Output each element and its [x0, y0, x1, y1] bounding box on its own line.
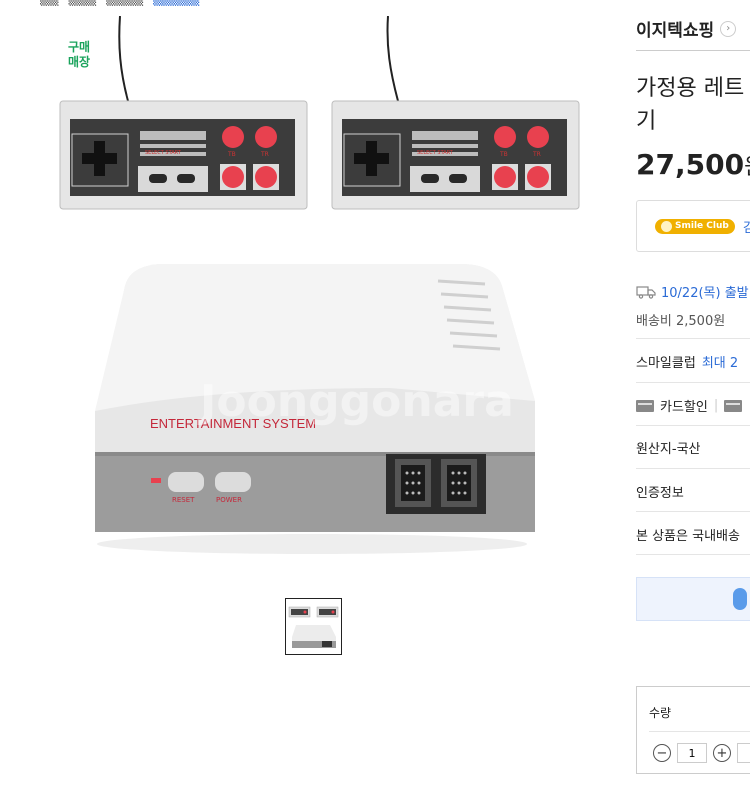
shipping-date[interactable]: 10/22(목) 출발	[636, 282, 749, 301]
breadcrumb-item[interactable]: ▒▒▒▒	[106, 0, 143, 6]
price-currency: 원	[744, 155, 750, 180]
quantity-box: 수량 − +	[636, 686, 750, 774]
product-photo: SELECT START TB TR SELECT START TB TR EN…	[59, 15, 580, 554]
console: ENTERTAINMENT SYSTEM Joonggonara RESET P…	[95, 264, 535, 554]
divider	[636, 554, 750, 555]
card-icon	[724, 399, 743, 412]
quantity-extra-box	[737, 743, 750, 763]
divider	[636, 425, 750, 426]
quantity-input[interactable]	[677, 743, 707, 763]
quantity-stepper: − +	[653, 743, 750, 763]
divider	[636, 511, 750, 512]
card-icon	[636, 399, 654, 412]
product-title: 가정용 레트 기	[636, 76, 745, 134]
breadcrumb-item[interactable]: ▒▒	[40, 0, 58, 6]
card-discount-row[interactable]: 카드할인 |	[636, 396, 750, 415]
smileclub-banner[interactable]: Smile Club 김	[636, 200, 750, 252]
smile-face-icon	[661, 220, 672, 232]
price-value: 27,500	[636, 148, 745, 181]
thumbnail-image	[288, 606, 339, 648]
svg-text:SELECT START: SELECT START	[145, 150, 182, 156]
smileclub-badge: Smile Club	[655, 218, 735, 234]
separator: |	[713, 398, 719, 413]
divider	[636, 338, 750, 339]
divider	[636, 50, 750, 51]
truck-icon	[636, 285, 656, 299]
svg-text:RESET: RESET	[172, 496, 195, 504]
smileclub-benefit-row[interactable]: 스마일클럽 최대 2	[636, 352, 750, 371]
svg-text:TB: TB	[227, 151, 236, 158]
product-thumbnail[interactable]	[285, 598, 342, 655]
product-price: 27,500원	[636, 148, 750, 181]
coupon-icon	[733, 588, 747, 610]
controller-left: SELECT START TB TR	[59, 100, 308, 210]
smileclub-text: 김	[742, 220, 750, 236]
breadcrumb: ▒▒ ▒▒▒ ▒▒▒▒ ▒▒▒▒▒	[40, 0, 199, 6]
product-main-image[interactable]: SELECT START TB TR SELECT START TB TR EN…	[50, 15, 590, 561]
chevron-right-icon[interactable]: ›	[720, 20, 737, 37]
breadcrumb-item[interactable]: ▒▒▒	[68, 0, 96, 6]
minus-button[interactable]: −	[653, 744, 671, 762]
certification-row[interactable]: 인증정보	[636, 482, 750, 501]
quantity-label: 수량	[649, 706, 672, 720]
divider	[636, 468, 750, 469]
purchase-store-badge: 구매 매장	[56, 32, 102, 78]
plus-button[interactable]: +	[713, 744, 731, 762]
shipping-fee: 배송비 2,500원	[636, 314, 726, 329]
svg-text:TR: TR	[532, 151, 541, 158]
seller-name[interactable]: 이지텍쇼핑	[636, 16, 714, 41]
product-info-panel: 이지텍쇼핑 › 가정용 레트 기 27,500원 Smile Club 김 10…	[636, 0, 750, 793]
svg-text:Joonggonara: Joonggonara	[197, 376, 514, 427]
controller-right: SELECT START TB TR	[331, 100, 580, 210]
seller-link[interactable]: 이지텍쇼핑 ›	[636, 16, 737, 41]
coupon-banner[interactable]	[636, 577, 750, 621]
svg-text:POWER: POWER	[216, 496, 242, 504]
divider	[649, 731, 750, 732]
divider	[636, 382, 750, 383]
domestic-shipping-row: 본 상품은 국내배송	[636, 529, 740, 544]
svg-text:SELECT START: SELECT START	[417, 150, 454, 156]
svg-text:TB: TB	[499, 151, 508, 158]
origin-row: 원산지-국산	[636, 442, 701, 457]
svg-text:TR: TR	[260, 151, 269, 158]
breadcrumb-current[interactable]: ▒▒▒▒▒	[153, 0, 199, 6]
